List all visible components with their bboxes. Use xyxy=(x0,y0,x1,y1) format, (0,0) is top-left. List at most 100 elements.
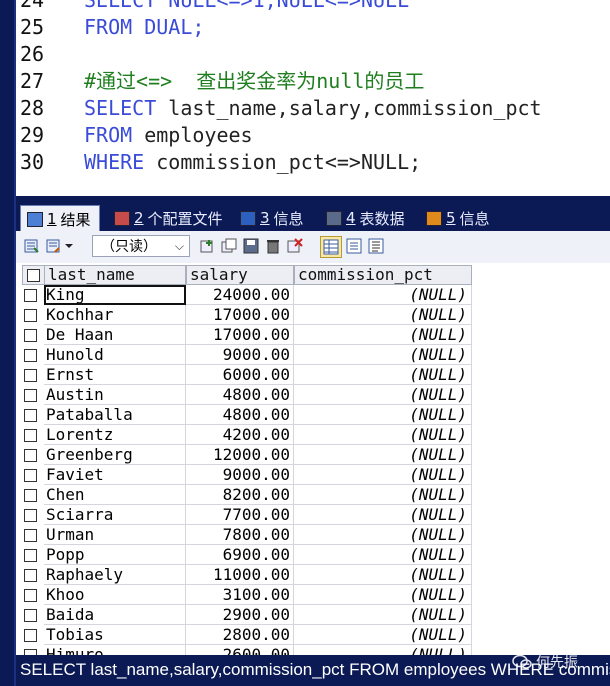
row-checkbox[interactable] xyxy=(24,589,37,602)
code-text[interactable]: WHERE commission_pct<=>NULL; xyxy=(84,149,421,176)
cell-commission-pct[interactable]: (NULL) xyxy=(294,445,472,465)
cell-salary[interactable]: 11000.00 xyxy=(186,565,294,585)
row-checkbox[interactable] xyxy=(24,369,37,382)
duplicate-row-icon[interactable] xyxy=(221,238,237,254)
tab-5[interactable]: 5 信息 xyxy=(420,205,498,231)
cell-last-name[interactable]: Khoo xyxy=(44,585,186,605)
editor-line[interactable]: 28 SELECT last_name,salary,commission_pct xyxy=(16,95,610,122)
cell-commission-pct[interactable]: (NULL) xyxy=(294,585,472,605)
table-row[interactable]: Himuro 2600.00 (NULL) xyxy=(16,645,476,655)
cell-commission-pct[interactable]: (NULL) xyxy=(294,305,472,325)
row-checkbox[interactable] xyxy=(24,549,37,562)
row-checkbox[interactable] xyxy=(24,529,37,542)
cell-last-name[interactable]: Hunold xyxy=(44,345,186,365)
cell-salary[interactable]: 7800.00 xyxy=(186,525,294,545)
editor-line[interactable]: 24 SELECT NULL<=>1,NULL<=>NULL xyxy=(16,0,610,14)
cell-commission-pct[interactable]: (NULL) xyxy=(294,345,472,365)
cell-commission-pct[interactable]: (NULL) xyxy=(294,385,472,405)
row-checkbox[interactable] xyxy=(24,409,37,422)
row-checkbox[interactable] xyxy=(24,609,37,622)
cell-last-name[interactable]: Tobias xyxy=(44,625,186,645)
cell-last-name[interactable]: Baida xyxy=(44,605,186,625)
row-checkbox[interactable] xyxy=(24,449,37,462)
column-header-last-name[interactable]: last_name xyxy=(44,265,186,285)
column-header-salary[interactable]: salary xyxy=(186,265,294,285)
select-all-header[interactable] xyxy=(22,265,46,285)
cell-salary[interactable]: 17000.00 xyxy=(186,325,294,345)
cancel-changes-icon[interactable] xyxy=(287,238,303,254)
cell-last-name[interactable]: Ernst xyxy=(44,365,186,385)
cell-salary[interactable]: 4200.00 xyxy=(186,425,294,445)
select-all-checkbox[interactable] xyxy=(27,269,40,282)
cell-salary[interactable]: 24000.00 xyxy=(186,285,294,305)
table-row[interactable]: Baida 2900.00 (NULL) xyxy=(16,605,476,625)
chevron-down-icon[interactable] xyxy=(64,238,74,254)
row-checkbox[interactable] xyxy=(24,569,37,582)
table-row[interactable]: Lorentz 4200.00 (NULL) xyxy=(16,425,476,445)
editor-line[interactable]: 26 xyxy=(16,41,610,68)
editor-line[interactable]: 27 #通过<=> 查出奖金率为null的员工 xyxy=(16,68,610,95)
cell-last-name[interactable]: Himuro xyxy=(44,645,186,655)
row-checkbox[interactable] xyxy=(24,389,37,402)
tab-3[interactable]: 3 信息 xyxy=(234,205,312,231)
column-header-commission-pct[interactable]: commission_pct xyxy=(294,265,472,285)
code-text[interactable]: FROM employees xyxy=(84,122,253,149)
cell-commission-pct[interactable]: (NULL) xyxy=(294,625,472,645)
cell-last-name[interactable]: Raphaely xyxy=(44,565,186,585)
row-checkbox[interactable] xyxy=(24,469,37,482)
cell-salary[interactable]: 9000.00 xyxy=(186,465,294,485)
cell-salary[interactable]: 2900.00 xyxy=(186,605,294,625)
save-icon[interactable] xyxy=(243,238,259,254)
cell-last-name[interactable]: Chen xyxy=(44,485,186,505)
table-row[interactable]: Tobias 2800.00 (NULL) xyxy=(16,625,476,645)
cell-last-name[interactable]: Popp xyxy=(44,545,186,565)
cell-salary[interactable]: 17000.00 xyxy=(186,305,294,325)
cell-commission-pct[interactable]: (NULL) xyxy=(294,605,472,625)
table-row[interactable]: Hunold 9000.00 (NULL) xyxy=(16,345,476,365)
table-row[interactable]: Sciarra 7700.00 (NULL) xyxy=(16,505,476,525)
cell-commission-pct[interactable]: (NULL) xyxy=(294,365,472,385)
row-checkbox[interactable] xyxy=(24,509,37,522)
cell-last-name[interactable]: King xyxy=(44,285,186,305)
editor-line[interactable]: 29 FROM employees xyxy=(16,122,610,149)
table-row[interactable]: Urman 7800.00 (NULL) xyxy=(16,525,476,545)
table-row[interactable]: Popp 6900.00 (NULL) xyxy=(16,545,476,565)
editor-line[interactable]: 25 FROM DUAL; xyxy=(16,14,610,41)
cell-last-name[interactable]: Urman xyxy=(44,525,186,545)
editor-line[interactable]: 30 WHERE commission_pct<=>NULL; xyxy=(16,149,610,176)
table-row[interactable]: Pataballa 4800.00 (NULL) xyxy=(16,405,476,425)
readonly-select[interactable]: （只读） ⌵ xyxy=(92,235,190,257)
cell-last-name[interactable]: Greenberg xyxy=(44,445,186,465)
cell-commission-pct[interactable]: (NULL) xyxy=(294,485,472,505)
tab-1[interactable]: 1 结果 xyxy=(20,205,100,232)
row-checkbox[interactable] xyxy=(24,289,37,302)
cell-commission-pct[interactable]: (NULL) xyxy=(294,545,472,565)
cell-commission-pct[interactable]: (NULL) xyxy=(294,465,472,485)
cell-commission-pct[interactable]: (NULL) xyxy=(294,505,472,525)
cell-commission-pct[interactable]: (NULL) xyxy=(294,645,472,655)
cell-salary[interactable]: 9000.00 xyxy=(186,345,294,365)
table-row[interactable]: Greenberg 12000.00 (NULL) xyxy=(16,445,476,465)
cell-commission-pct[interactable]: (NULL) xyxy=(294,525,472,545)
cell-commission-pct[interactable]: (NULL) xyxy=(294,565,472,585)
cell-commission-pct[interactable]: (NULL) xyxy=(294,325,472,345)
table-row[interactable]: Kochhar 17000.00 (NULL) xyxy=(16,305,476,325)
code-text[interactable]: #通过<=> 查出奖金率为null的员工 xyxy=(84,68,424,95)
cell-salary[interactable]: 2800.00 xyxy=(186,625,294,645)
cell-salary[interactable]: 3100.00 xyxy=(186,585,294,605)
grid-view-icon[interactable] xyxy=(320,236,342,258)
cell-commission-pct[interactable]: (NULL) xyxy=(294,425,472,445)
cell-last-name[interactable]: De Haan xyxy=(44,325,186,345)
cell-salary[interactable]: 6000.00 xyxy=(186,365,294,385)
cell-last-name[interactable]: Sciarra xyxy=(44,505,186,525)
table-row[interactable]: Raphaely 11000.00 (NULL) xyxy=(16,565,476,585)
cell-last-name[interactable]: Lorentz xyxy=(44,425,186,445)
table-row[interactable]: Faviet 9000.00 (NULL) xyxy=(16,465,476,485)
table-row[interactable]: Austin 4800.00 (NULL) xyxy=(16,385,476,405)
table-row[interactable]: Khoo 3100.00 (NULL) xyxy=(16,585,476,605)
row-checkbox[interactable] xyxy=(24,629,37,642)
cell-commission-pct[interactable]: (NULL) xyxy=(294,285,472,305)
cell-last-name[interactable]: Faviet xyxy=(44,465,186,485)
form-view-icon[interactable] xyxy=(346,238,362,254)
code-text[interactable]: SELECT NULL<=>1,NULL<=>NULL xyxy=(84,0,409,14)
